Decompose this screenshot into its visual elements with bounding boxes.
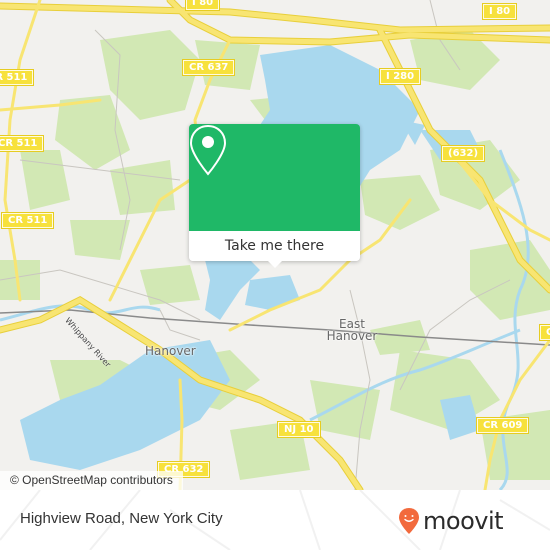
location-pin-icon	[189, 124, 227, 176]
take-me-there-button[interactable]: Take me there	[189, 231, 360, 261]
road-label-nj10: NJ 10	[277, 421, 321, 438]
road-label-cr511: CR 511	[0, 212, 55, 229]
road-label-cr511: CR 511	[0, 135, 45, 152]
map-view[interactable]: I 80 I 80 CR 637 I 280 (632) CR 511 CR 5…	[0, 0, 550, 490]
moovit-brand-text: moovit	[423, 507, 504, 535]
moovit-logo[interactable]: moovit	[398, 504, 504, 538]
moovit-pin-icon	[399, 508, 419, 534]
location-title: Highview Road, New York City	[20, 510, 223, 527]
location-popup: Take me there	[189, 124, 360, 268]
place-label-east-hanover-line2: Hanover	[326, 329, 378, 343]
place-label-hanover: Hanover	[145, 344, 196, 358]
map-attribution[interactable]: © OpenStreetMap contributors	[0, 471, 183, 490]
road-label-cr609: CR 609	[475, 417, 530, 434]
road-label-i80: I 80	[184, 0, 221, 11]
road-label-cr: CR	[538, 324, 550, 341]
road-label-cr511: CR 511	[0, 69, 35, 86]
place-label-east-hanover: East Hanover	[322, 318, 382, 342]
road-label-cr637: CR 637	[181, 59, 236, 76]
footer-bar: Highview Road, New York City moovit	[0, 490, 550, 550]
popup-header	[189, 124, 360, 231]
road-label-632: (632)	[440, 145, 486, 162]
popup-pointer	[267, 260, 283, 268]
road-label-i280: I 280	[378, 68, 422, 85]
road-label-i80: I 80	[481, 3, 518, 20]
